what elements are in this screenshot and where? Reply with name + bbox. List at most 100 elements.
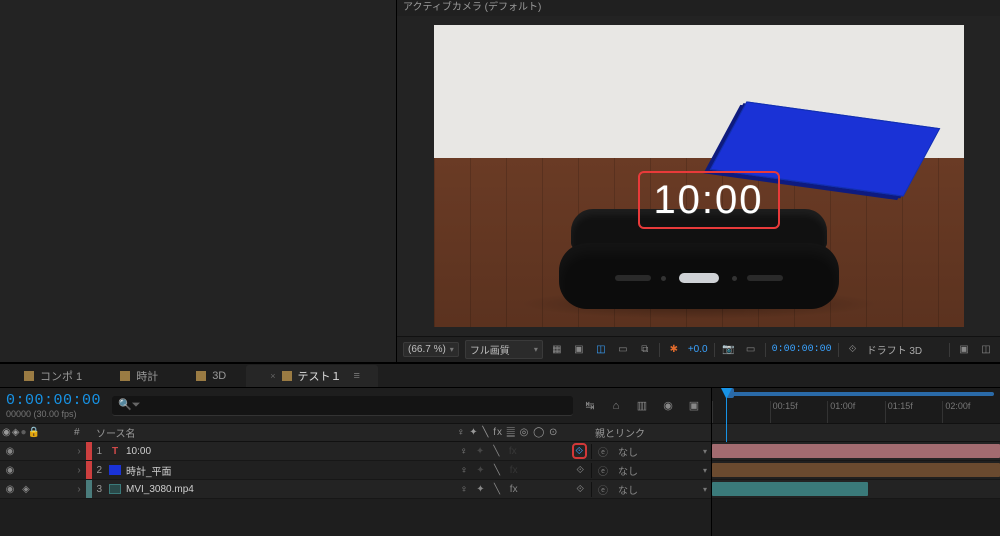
pickwhip-icon[interactable]: ⓔ: [598, 463, 608, 478]
parent-dropdown[interactable]: なし▾: [614, 482, 711, 497]
layer-switches: ♀✦ ╲fx ⟐: [453, 443, 591, 459]
video-toggle-icon[interactable]: ◉: [2, 463, 18, 477]
preview-controls-bar: (66.7 %) ▾ フル画質 ▾ ▦ ▣ ◫ ▭ ⧉ ✱ +0.0 📷 ▭: [397, 336, 1000, 362]
switch-transform[interactable]: ♀: [457, 444, 470, 458]
frame-rate: 00000 (30.00 fps): [6, 409, 106, 419]
region-of-interest-icon[interactable]: ◫: [593, 342, 609, 358]
preview-viewport[interactable]: 10:00: [397, 16, 1000, 336]
time-ruler[interactable]: ;00f00:15f01:00f01:15f02:00f: [712, 388, 1000, 424]
switch-motionblur[interactable]: [540, 463, 554, 477]
switch-frameblend[interactable]: [524, 482, 538, 496]
clip-video[interactable]: [712, 482, 868, 496]
snapshot-icon[interactable]: 📷: [721, 342, 737, 358]
resolution-dropdown[interactable]: フル画質 ▾: [465, 340, 543, 359]
layer-search-input[interactable]: 🔍⏷: [112, 396, 573, 416]
graph-editor-icon[interactable]: ▣: [685, 397, 703, 415]
lock-toggle-icon[interactable]: [50, 444, 66, 458]
switch-quality[interactable]: ✦: [473, 444, 486, 458]
audio-toggle-icon[interactable]: [18, 444, 34, 458]
solo-toggle-icon[interactable]: [34, 444, 50, 458]
shy-icon[interactable]: ↹: [581, 397, 599, 415]
parent-link: ⓔ なし▾: [591, 463, 711, 478]
switch-motionblur[interactable]: [539, 444, 552, 458]
switch-frameblend[interactable]: [522, 444, 535, 458]
clip-text[interactable]: [712, 444, 1000, 458]
current-time-display[interactable]: 0:00:00:00 00000 (30.00 fps): [0, 390, 112, 421]
folder-icon: [24, 371, 34, 381]
ruler-tick: 01:15f: [885, 401, 943, 423]
zoom-dropdown[interactable]: (66.7 %) ▾: [403, 342, 459, 357]
video-toggle-icon[interactable]: ◉: [2, 444, 18, 458]
lock-toggle-icon[interactable]: [50, 482, 66, 496]
solo-toggle-icon[interactable]: [34, 482, 50, 496]
switch-transform[interactable]: ♀: [457, 482, 471, 496]
exposure-value[interactable]: +0.0: [688, 344, 708, 355]
comp-marker-icon[interactable]: ⌂: [607, 397, 625, 415]
switch-quality[interactable]: ✦: [474, 463, 488, 477]
audio-toggle-icon[interactable]: ◈: [18, 482, 34, 496]
twirl-icon[interactable]: ›: [72, 465, 86, 476]
layer-search: 🔍⏷: [112, 396, 573, 416]
text-layer-highlight[interactable]: 10:00: [638, 171, 780, 229]
color-management-icon[interactable]: ✱: [666, 342, 682, 358]
lock-toggle-icon[interactable]: [50, 463, 66, 477]
search-field[interactable]: [147, 400, 568, 411]
comp-tab-3D[interactable]: 3D: [178, 365, 244, 387]
layer-row-1[interactable]: ◉›1T10:00♀✦╲fx⟐ⓔなし▾: [0, 442, 711, 461]
draft3d-icon[interactable]: ⟐: [845, 342, 861, 358]
switch-frameblend[interactable]: [524, 463, 538, 477]
video-toggle-icon[interactable]: ◉: [2, 482, 18, 496]
panel-menu-icon[interactable]: ≡: [354, 370, 360, 382]
parent-dropdown[interactable]: なし▾: [614, 444, 711, 459]
track-1[interactable]: [712, 442, 1000, 461]
transparency-grid-icon[interactable]: ▦: [549, 342, 565, 358]
mask-toggle-icon[interactable]: ▣: [571, 342, 587, 358]
switch-draft[interactable]: ╲: [490, 444, 503, 458]
work-area-bar[interactable]: [726, 392, 994, 396]
twirl-icon[interactable]: ›: [72, 484, 86, 495]
preview-timecode[interactable]: 0:00:00:00: [772, 344, 832, 355]
comp-tab-コンポ 1[interactable]: コンポ 1: [6, 365, 100, 387]
track-3[interactable]: [712, 480, 1000, 499]
parent-dropdown[interactable]: なし▾: [614, 463, 711, 478]
comp-tab-時計[interactable]: 時計: [102, 365, 176, 387]
switch-draft[interactable]: ╲: [490, 463, 504, 477]
layer-row-3[interactable]: ◉◈›3MVI_3080.mp4♀✦╲fx⟐ⓔなし▾: [0, 480, 711, 499]
col-source[interactable]: ソース名: [92, 425, 453, 440]
renderer-icon[interactable]: ▣: [956, 342, 972, 358]
twirl-icon[interactable]: ›: [72, 446, 86, 457]
switch-motionblur[interactable]: [540, 482, 554, 496]
switch-3d[interactable]: ⟐: [573, 463, 587, 477]
layer-name[interactable]: MVI_3080.mp4: [124, 484, 453, 495]
solo-toggle-icon[interactable]: [34, 463, 50, 477]
audio-toggle-icon[interactable]: [18, 463, 34, 477]
track-2[interactable]: [712, 461, 1000, 480]
folder-icon: [282, 371, 292, 381]
switch-adjustment[interactable]: [557, 482, 571, 496]
folder-icon: [196, 371, 206, 381]
switch-draft[interactable]: ╲: [490, 482, 504, 496]
draft3d-label[interactable]: ドラフト 3D: [867, 342, 923, 357]
switch-3d[interactable]: ⟐: [573, 482, 587, 496]
switch-quality[interactable]: ✦: [474, 482, 488, 496]
switch-adjustment[interactable]: [555, 444, 568, 458]
frame-blend-icon[interactable]: ▥: [633, 397, 651, 415]
switch-adjustment[interactable]: [557, 463, 571, 477]
switch-fx[interactable]: fx: [506, 444, 519, 458]
layer-name[interactable]: 10:00: [124, 446, 453, 457]
switch-fx[interactable]: fx: [507, 463, 521, 477]
title-safe-icon[interactable]: ▭: [615, 342, 631, 358]
layer-name[interactable]: 時計_平面: [124, 463, 453, 478]
pickwhip-icon[interactable]: ⓔ: [598, 444, 608, 459]
pickwhip-icon[interactable]: ⓔ: [598, 482, 608, 497]
switch-3d[interactable]: ⟐: [572, 443, 587, 459]
clip-solid[interactable]: [712, 463, 1000, 477]
switch-transform[interactable]: ♀: [457, 463, 471, 477]
motion-blur-icon[interactable]: ◉: [659, 397, 677, 415]
channels-icon[interactable]: ⧉: [637, 342, 653, 358]
layer-row-2[interactable]: ◉›2時計_平面♀✦╲fx⟐ⓔなし▾: [0, 461, 711, 480]
comp-tab-テスト１[interactable]: ×テスト１≡: [246, 365, 378, 387]
view-layout-icon[interactable]: ◫: [978, 342, 994, 358]
show-snapshot-icon[interactable]: ▭: [743, 342, 759, 358]
switch-fx[interactable]: fx: [507, 482, 521, 496]
